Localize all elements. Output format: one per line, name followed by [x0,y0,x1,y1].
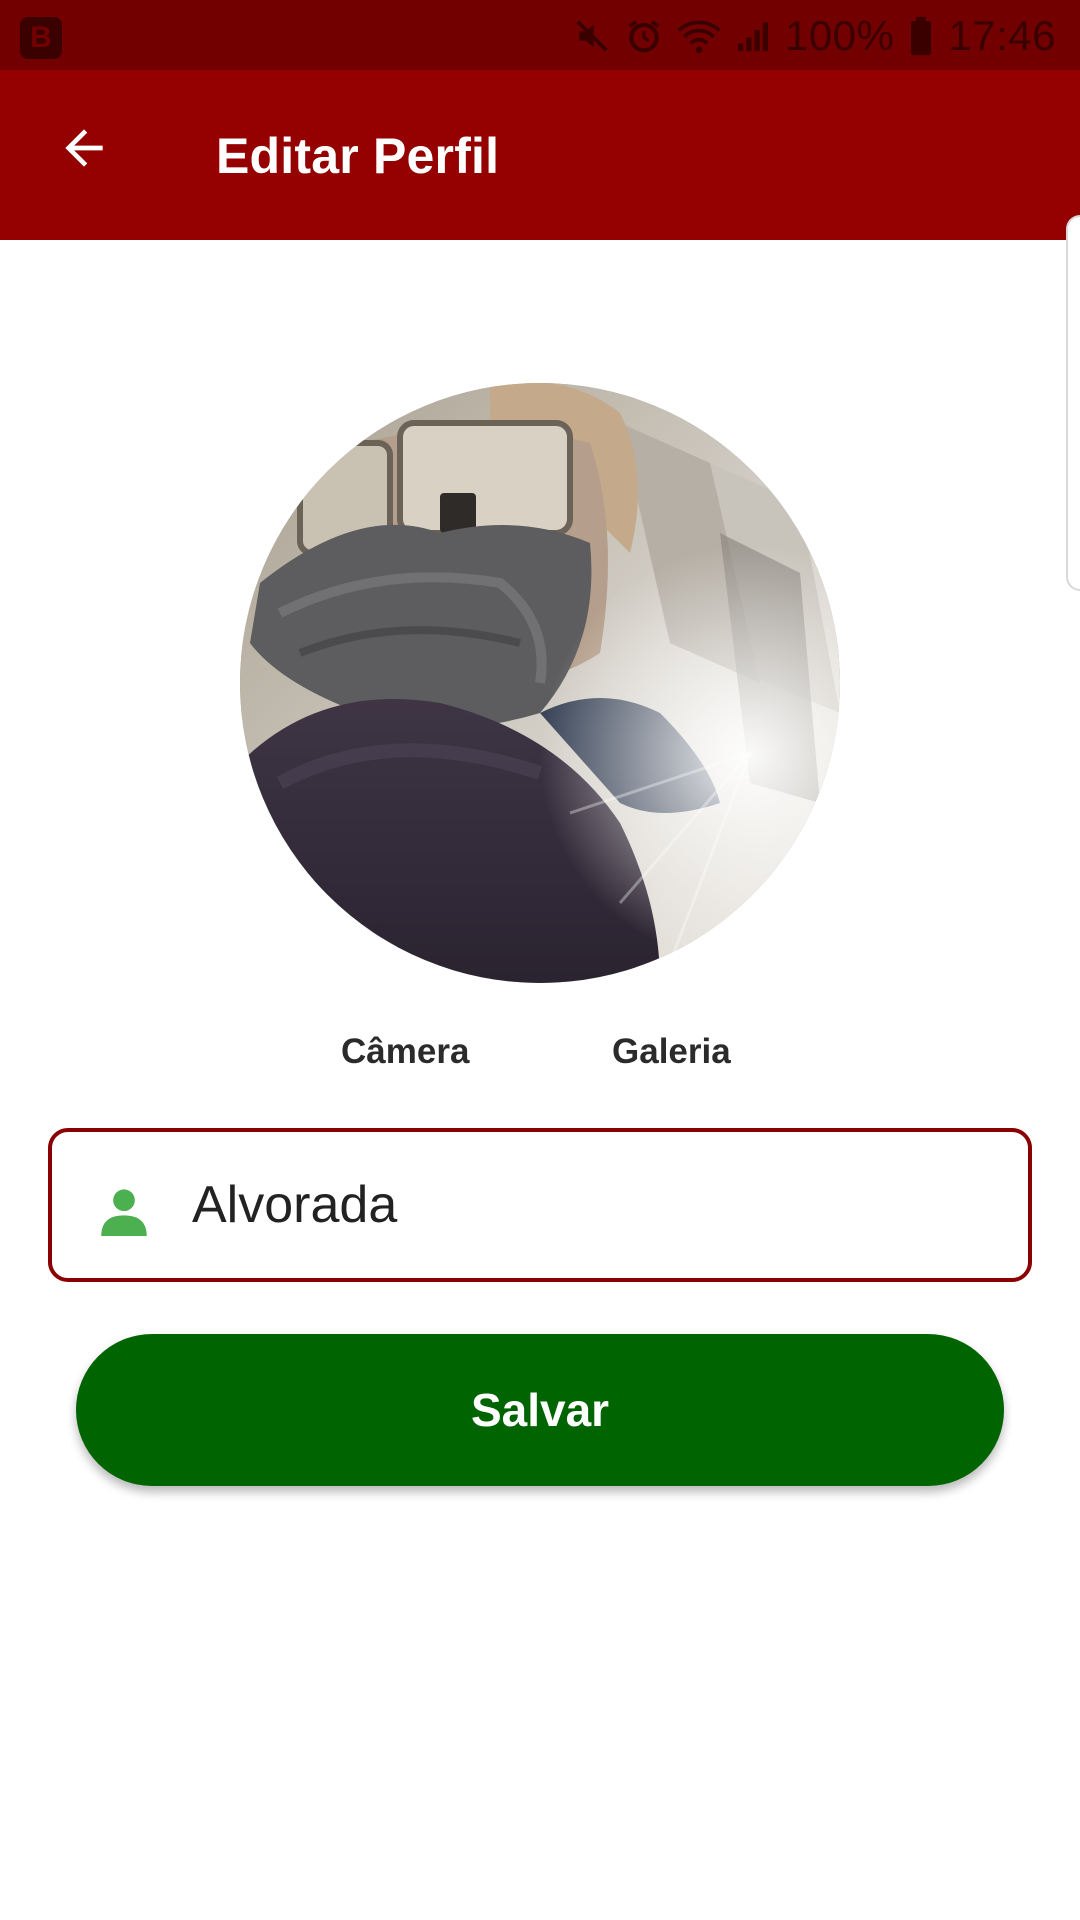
profile-photo [240,383,840,983]
battery-icon [911,16,932,56]
page-title: Editar Perfil [216,128,500,184]
gallery-button[interactable]: Galeria [612,1032,731,1072]
avatar[interactable] [240,383,840,983]
wifi-icon [677,20,721,54]
signal-icon [737,22,768,51]
battery-percent: 100% [784,12,895,59]
person-icon [101,1189,147,1236]
mute-icon [576,20,608,52]
arrow-left-icon [65,129,103,167]
edge-panel-handle[interactable] [1066,215,1080,591]
app-badge-icon: B [20,17,62,59]
clock: 17:46 [948,12,1056,59]
status-icons: 100% 17:46 [573,12,1056,60]
app-bar: Editar Perfil [0,70,1080,240]
name-field[interactable] [48,1128,1032,1282]
status-bar: B 100% 17:46 [0,0,1080,70]
save-button[interactable]: Salvar [76,1334,1004,1486]
alarm-icon [628,20,660,53]
name-input[interactable] [192,1132,992,1278]
back-button[interactable] [44,108,124,188]
camera-button[interactable]: Câmera [341,1032,469,1072]
